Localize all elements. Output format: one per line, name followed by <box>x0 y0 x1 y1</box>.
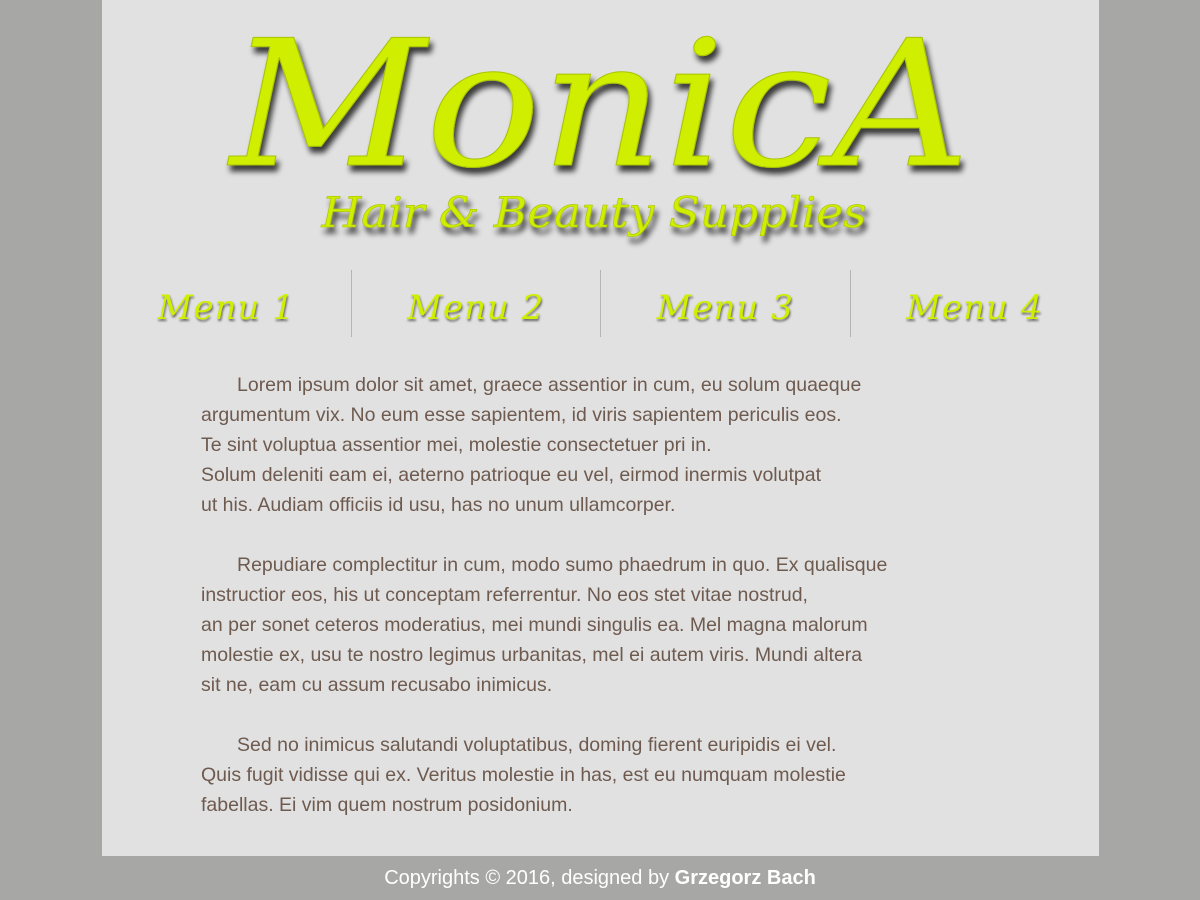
nav-item-label: Menu 1 <box>157 287 295 328</box>
nav-item-label: Menu 3 <box>656 287 794 328</box>
paragraph-line: Te sint voluptua assentior mei, molestie… <box>201 434 712 456</box>
footer: Copyrights © 2016, designed by Grzegorz … <box>0 860 1200 896</box>
nav-item-label: Menu 4 <box>906 287 1044 328</box>
paragraph-line: sit ne, eam cu assum recusabo inimicus. <box>201 674 553 696</box>
nav-item-menu-2[interactable]: Menu 2 <box>350 270 601 337</box>
paragraph-line: Sed no inimicus salutandi voluptatibus, … <box>237 734 837 756</box>
paragraph-line: ut his. Audiam officiis id usu, has no u… <box>201 494 676 516</box>
paragraph-line: Quis fugit vidisse qui ex. Veritus moles… <box>201 764 846 786</box>
brand-logo[interactable]: MonicA Hair & Beauty Supplies <box>102 0 1099 250</box>
footer-author: Grzegorz Bach <box>674 867 816 889</box>
paragraph-line: molestie ex, usu te nostro legimus urban… <box>201 644 863 666</box>
brand-logo-graphic: MonicA Hair & Beauty Supplies <box>226 4 970 238</box>
nav-item-menu-3[interactable]: Menu 3 <box>600 270 850 337</box>
main-content: Lorem ipsum dolor sit amet, graece assen… <box>201 370 1041 850</box>
main-nav: Menu 1 Menu 2 Menu 3 Menu 4 <box>102 270 1099 337</box>
paragraph-line: Lorem ipsum dolor sit amet, graece assen… <box>237 374 862 396</box>
content-paragraph: Sed no inimicus salutandi voluptatibus, … <box>201 730 1041 820</box>
nav-item-menu-1[interactable]: Menu 1 <box>102 270 351 337</box>
nav-item-menu-4[interactable]: Menu 4 <box>849 270 1100 337</box>
footer-copyright: Copyrights © 2016, designed by <box>384 867 675 889</box>
paragraph-line: argumentum vix. No eum esse sapientem, i… <box>201 404 842 426</box>
brand-subtitle: Hair & Beauty Supplies <box>320 188 866 237</box>
nav-item-label: Menu 2 <box>407 287 545 328</box>
paragraph-line: fabellas. Ei vim quem nostrum posidonium… <box>201 794 573 816</box>
paragraph-line: an per sonet ceteros moderatius, mei mun… <box>201 614 868 636</box>
content-paragraph: Repudiare complectitur in cum, modo sumo… <box>201 550 1041 700</box>
content-paragraph: Lorem ipsum dolor sit amet, graece assen… <box>201 370 1041 520</box>
paragraph-line: Solum deleniti eam ei, aeterno patrioque… <box>201 464 822 486</box>
page-container: MonicA Hair & Beauty Supplies Menu 1 Men… <box>102 0 1099 856</box>
brand-title: MonicA <box>227 4 970 207</box>
paragraph-line: instructior eos, his ut conceptam referr… <box>201 584 808 606</box>
paragraph-line: Repudiare complectitur in cum, modo sumo… <box>237 554 888 576</box>
